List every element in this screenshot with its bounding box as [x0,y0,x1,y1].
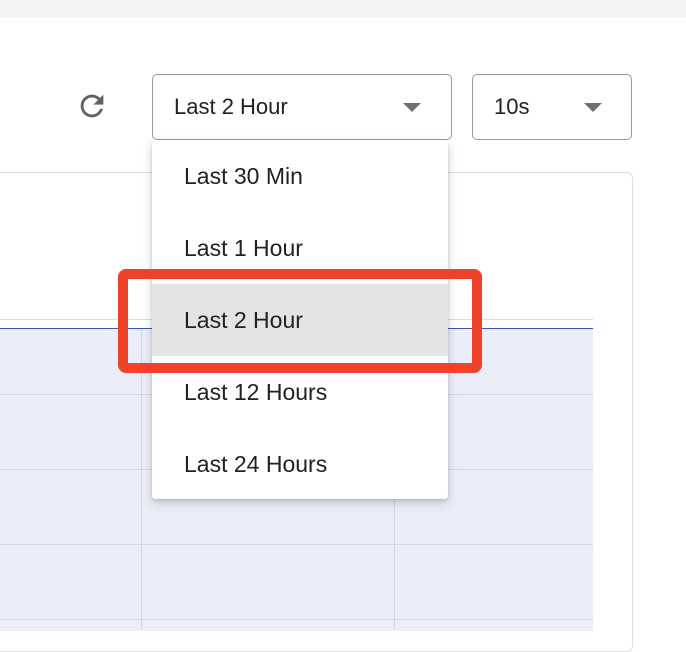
menu-item-last-30-min[interactable]: Last 30 Min [152,140,448,212]
time-range-value: Last 2 Hour [174,94,288,119]
menu-item-last-2-hour[interactable]: Last 2 Hour [152,284,448,356]
menu-item-label: Last 1 Hour [184,234,303,261]
menu-item-last-24-hours[interactable]: Last 24 Hours [152,428,448,500]
refresh-interval-select[interactable]: 10s [472,74,632,140]
chevron-down-icon [403,103,421,112]
chart-gridline [0,544,593,545]
top-bar [0,0,686,18]
menu-item-label: Last 30 Min [184,162,303,189]
refresh-icon [80,94,104,118]
chart-gridline [141,330,142,630]
time-range-menu: Last 30 Min Last 1 Hour Last 2 Hour Last… [152,140,448,499]
chart-gridline [0,619,593,620]
menu-item-last-12-hours[interactable]: Last 12 Hours [152,356,448,428]
chevron-down-icon [584,103,602,112]
refresh-button[interactable] [72,86,112,126]
refresh-interval-value: 10s [494,94,530,119]
time-range-select[interactable]: Last 2 Hour [152,74,452,140]
menu-item-last-1-hour[interactable]: Last 1 Hour [152,212,448,284]
menu-item-label: Last 12 Hours [184,378,328,405]
menu-item-label: Last 2 Hour [184,306,303,333]
menu-item-label: Last 24 Hours [184,450,328,477]
